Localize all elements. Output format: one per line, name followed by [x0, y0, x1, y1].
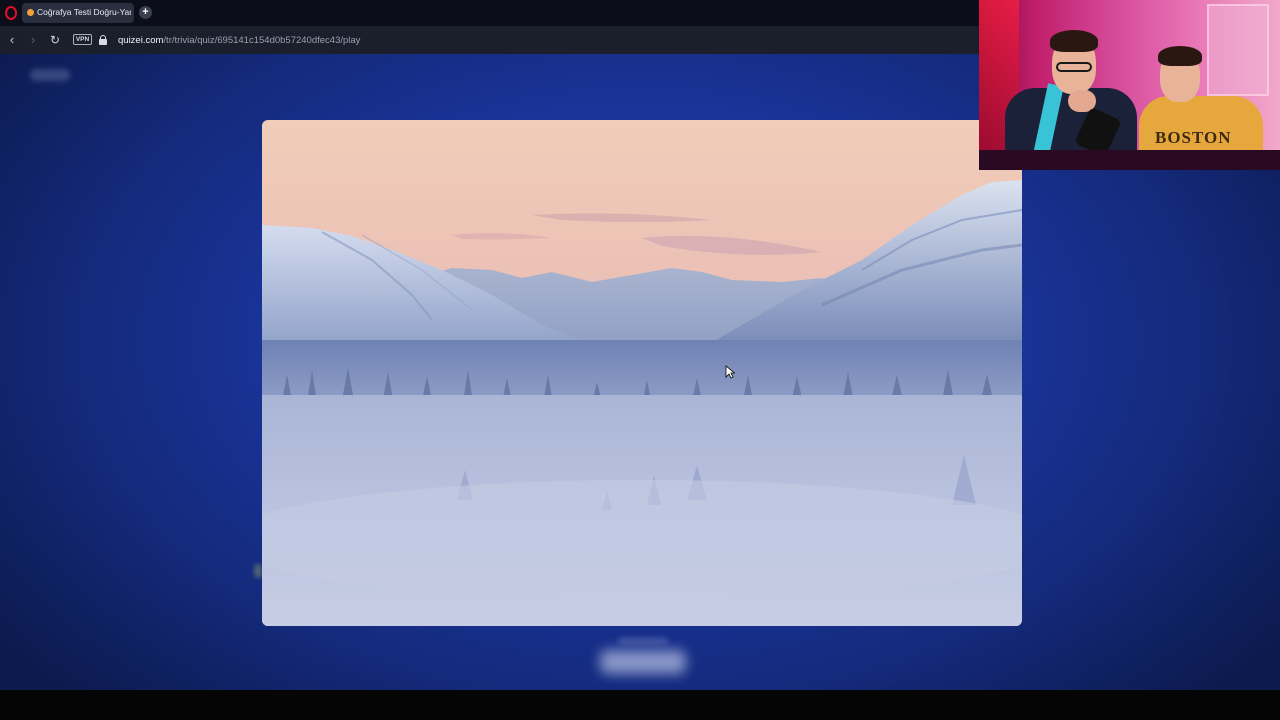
url-domain: quizei.com	[118, 35, 164, 46]
frosted-forest	[262, 340, 1022, 400]
glasses-icon	[1056, 62, 1092, 72]
host-left-hair	[1050, 30, 1098, 52]
letterbox-bar	[0, 690, 1280, 720]
host-right-hair	[1158, 46, 1202, 66]
tab-active[interactable]: Coğrafya Testi Doğru-Yanlış	[22, 3, 134, 23]
sweatshirt-text: BOSTON	[1155, 128, 1232, 147]
mouse-pointer-icon	[725, 365, 735, 379]
desk-edge	[979, 150, 1280, 170]
tab-title: Coğrafya Testi Doğru-Yanlış	[37, 7, 131, 17]
new-tab-button[interactable]: +	[139, 6, 152, 19]
vpn-badge[interactable]: VPN	[73, 34, 92, 45]
blurred-answer-button[interactable]	[600, 650, 686, 674]
quiz-question-image	[262, 120, 1022, 626]
forward-arrow-icon[interactable]: ›	[25, 32, 41, 48]
lock-icon[interactable]	[99, 35, 107, 45]
blurred-marker	[254, 564, 262, 578]
back-arrow-icon[interactable]: ‹	[4, 32, 20, 48]
opera-logo-icon[interactable]	[5, 6, 17, 20]
blurred-answer-caption	[618, 638, 668, 644]
webcam-overlay: BOSTON	[979, 0, 1280, 170]
browser-window: Coğrafya Testi Doğru-Yanlış + ‹ › ↻ VPN …	[0, 0, 1280, 720]
url-path: /tr/trivia/quiz/695141c154d0b57240dfec43…	[163, 35, 361, 46]
blurred-header-text	[30, 69, 70, 81]
url-field[interactable]: quizei.com/tr/trivia/quiz/695141c154d0b5…	[118, 35, 360, 46]
background-door	[1207, 4, 1269, 96]
reload-icon[interactable]: ↻	[47, 32, 63, 48]
tab-favicon-icon	[27, 9, 34, 16]
